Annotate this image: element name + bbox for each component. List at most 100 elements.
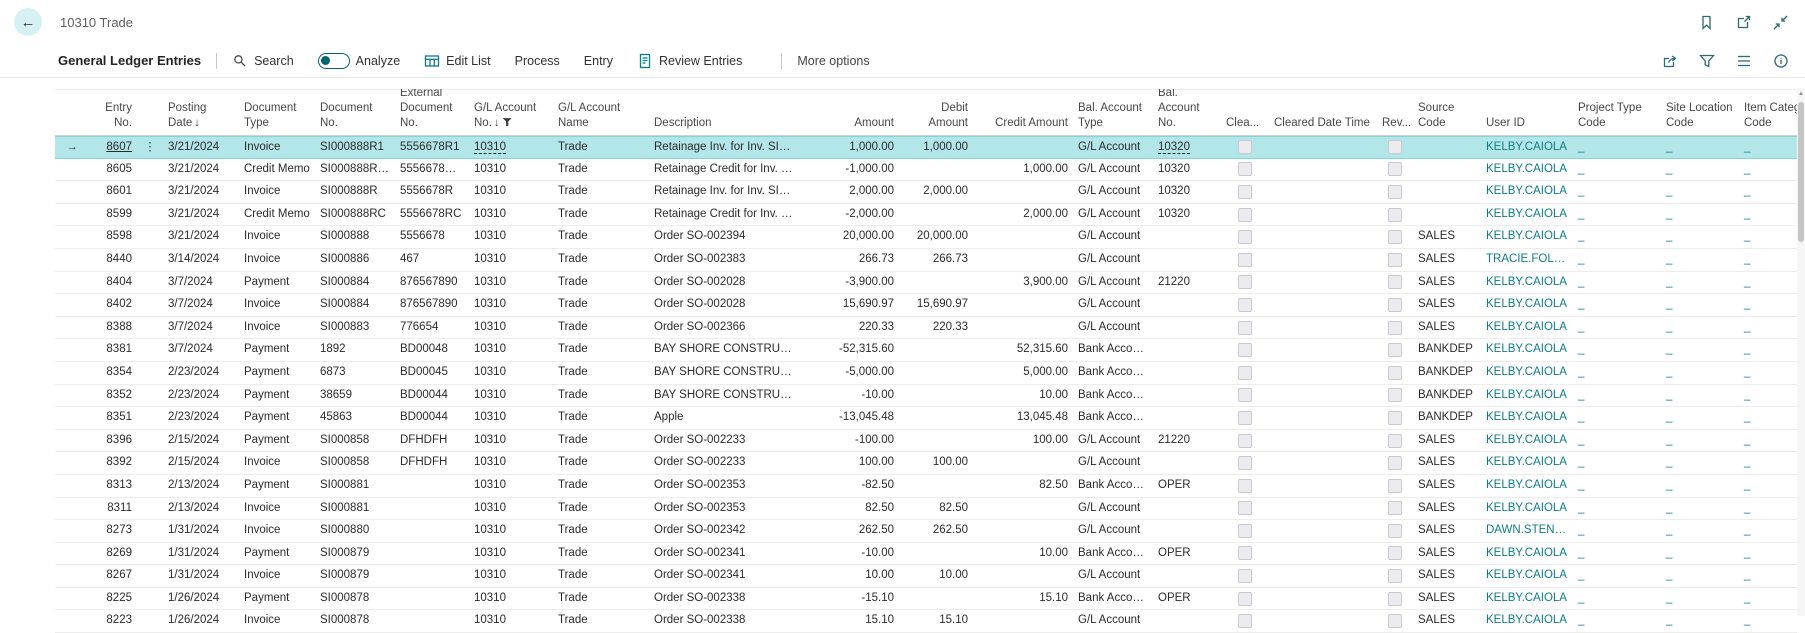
cell-baltype[interactable]: G/L Account xyxy=(1073,610,1153,632)
cell-rev[interactable] xyxy=(1377,272,1413,294)
cell-date[interactable]: 2/15/2024 xyxy=(163,430,239,452)
cell-baltype[interactable]: G/L Account xyxy=(1073,294,1153,316)
cell-site[interactable]: _ xyxy=(1661,272,1739,294)
cell-debit[interactable] xyxy=(899,475,973,497)
cell-credit[interactable] xyxy=(973,181,1073,203)
cell-glno[interactable]: 10310 xyxy=(469,610,553,632)
cell-source[interactable]: BANKDEP xyxy=(1413,362,1481,384)
cell-source[interactable]: SALES xyxy=(1413,452,1481,474)
cell-debit[interactable]: 82.50 xyxy=(899,498,973,520)
cell-clea[interactable] xyxy=(1221,588,1269,610)
cell-entry[interactable]: 8599 xyxy=(89,204,137,226)
cell-source[interactable]: SALES xyxy=(1413,610,1481,632)
cell-clea[interactable] xyxy=(1221,339,1269,361)
rev-checkbox[interactable] xyxy=(1388,410,1402,425)
cell-docno[interactable]: SI000883 xyxy=(315,317,395,339)
cell-dots[interactable] xyxy=(137,407,163,429)
cell-doctype[interactable]: Payment xyxy=(239,430,315,452)
cell-clea[interactable] xyxy=(1221,475,1269,497)
cell-extdoc[interactable] xyxy=(395,475,469,497)
cell-credit[interactable]: 13,045.48 xyxy=(973,407,1073,429)
cell-doctype[interactable]: Payment xyxy=(239,362,315,384)
clea-checkbox[interactable] xyxy=(1238,614,1252,629)
cell-date[interactable]: 3/14/2024 xyxy=(163,249,239,271)
column-header-glname[interactable]: G/L Account Name xyxy=(553,101,649,135)
cell-amount[interactable]: 1,000.00 xyxy=(799,137,899,158)
table-row[interactable]: 8402 3/7/2024 Invoice SI000884 876567890 1031… xyxy=(55,294,1797,317)
cell-item[interactable]: _ xyxy=(1739,543,1797,565)
cell-source[interactable]: BANKDEP xyxy=(1413,407,1481,429)
cell-docno[interactable]: SI000888 xyxy=(315,226,395,248)
cell-source[interactable]: SALES xyxy=(1413,475,1481,497)
cell-clea[interactable] xyxy=(1221,430,1269,452)
cell-date[interactable]: 1/26/2024 xyxy=(163,588,239,610)
cell-entry[interactable]: 8388 xyxy=(89,317,137,339)
cell-ind[interactable] xyxy=(55,565,89,587)
cell-amount[interactable]: -82.50 xyxy=(799,475,899,497)
cell-extdoc[interactable]: BD00048 xyxy=(395,339,469,361)
cell-credit[interactable]: 1,000.00 xyxy=(973,159,1073,181)
cell-glname[interactable]: Trade xyxy=(553,204,649,226)
rev-checkbox[interactable] xyxy=(1388,591,1402,606)
cell-credit[interactable]: 10.00 xyxy=(973,385,1073,407)
cell-doctype[interactable]: Payment xyxy=(239,588,315,610)
rev-checkbox[interactable] xyxy=(1388,252,1402,267)
cell-extdoc[interactable] xyxy=(395,565,469,587)
cell-project[interactable]: _ xyxy=(1573,543,1661,565)
cell-project[interactable]: _ xyxy=(1573,452,1661,474)
cell-item[interactable]: _ xyxy=(1739,181,1797,203)
cell-entry[interactable]: 8402 xyxy=(89,294,137,316)
clea-checkbox[interactable] xyxy=(1238,388,1252,403)
cell-baltype[interactable]: Bank Accou... xyxy=(1073,339,1153,361)
cell-date[interactable]: 3/7/2024 xyxy=(163,317,239,339)
cell-extdoc[interactable]: 5556678R xyxy=(395,181,469,203)
cell-desc[interactable]: Order SO-002338 xyxy=(649,610,799,632)
cell-project[interactable]: _ xyxy=(1573,137,1661,158)
cell-ind[interactable] xyxy=(55,226,89,248)
cell-project[interactable]: _ xyxy=(1573,249,1661,271)
share-icon[interactable] xyxy=(1662,53,1678,69)
cell-credit[interactable] xyxy=(973,137,1073,158)
cell-desc[interactable]: Retainage Credit for Inv. SI000... xyxy=(649,204,799,226)
cell-item[interactable]: _ xyxy=(1739,249,1797,271)
cell-doctype[interactable]: Payment xyxy=(239,339,315,361)
entry-menu[interactable]: Entry xyxy=(584,54,613,68)
cell-amount[interactable]: 266.73 xyxy=(799,249,899,271)
cell-extdoc[interactable]: 876567890 xyxy=(395,272,469,294)
cell-glname[interactable]: Trade xyxy=(553,226,649,248)
clea-checkbox[interactable] xyxy=(1238,252,1252,267)
cell-user[interactable]: KELBY.CAIOLA xyxy=(1481,407,1573,429)
cell-baltype[interactable]: G/L Account xyxy=(1073,226,1153,248)
cell-clea[interactable] xyxy=(1221,498,1269,520)
cell-amount[interactable]: 2,000.00 xyxy=(799,181,899,203)
cell-glno[interactable]: 10310 xyxy=(469,543,553,565)
cell-site[interactable]: _ xyxy=(1661,430,1739,452)
cell-clea[interactable] xyxy=(1221,610,1269,632)
cell-site[interactable]: _ xyxy=(1661,565,1739,587)
cell-source[interactable]: BANKDEP xyxy=(1413,339,1481,361)
cell-credit[interactable]: 82.50 xyxy=(973,475,1073,497)
cell-site[interactable]: _ xyxy=(1661,452,1739,474)
cell-baltype[interactable]: Bank Accou... xyxy=(1073,362,1153,384)
cell-desc[interactable]: Retainage Inv. for Inv. SI000888 xyxy=(649,181,799,203)
table-row[interactable]: 8269 1/31/2024 Payment SI000879 10310 Trade Or… xyxy=(55,543,1797,566)
cell-docno[interactable]: SI000886 xyxy=(315,249,395,271)
cell-clea[interactable] xyxy=(1221,226,1269,248)
cell-site[interactable]: _ xyxy=(1661,610,1739,632)
cell-rev[interactable] xyxy=(1377,317,1413,339)
cell-clea[interactable] xyxy=(1221,137,1269,158)
cell-entry[interactable]: 8269 xyxy=(89,543,137,565)
cell-rev[interactable] xyxy=(1377,137,1413,158)
cell-site[interactable]: _ xyxy=(1661,362,1739,384)
cell-glname[interactable]: Trade xyxy=(553,362,649,384)
cell-balno[interactable]: 21220 xyxy=(1153,430,1221,452)
cell-desc[interactable]: Order SO-002341 xyxy=(649,543,799,565)
cell-entry[interactable]: 8354 xyxy=(89,362,137,384)
cell-docno[interactable]: SI000880 xyxy=(315,520,395,542)
cell-entry[interactable]: 8440 xyxy=(89,249,137,271)
cell-entry[interactable]: 8598 xyxy=(89,226,137,248)
cell-ind[interactable] xyxy=(55,249,89,271)
cell-baltype[interactable]: G/L Account xyxy=(1073,317,1153,339)
cell-glname[interactable]: Trade xyxy=(553,159,649,181)
cell-site[interactable]: _ xyxy=(1661,407,1739,429)
